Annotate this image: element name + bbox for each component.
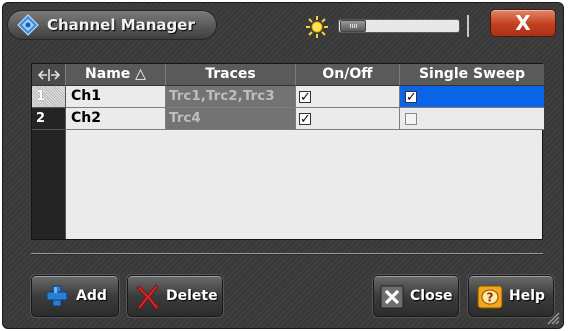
- row-number[interactable]: 1: [32, 86, 66, 108]
- onoff-cell[interactable]: ✓: [296, 108, 400, 130]
- slider-thumb[interactable]: [340, 20, 366, 32]
- plus-icon: [46, 285, 68, 307]
- window-title: Channel Manager: [47, 16, 195, 34]
- app-logo-icon: [17, 14, 39, 36]
- delete-x-icon: [136, 284, 160, 310]
- add-button[interactable]: Add: [31, 275, 119, 317]
- row-number-gutter: [32, 130, 66, 239]
- delete-label: Delete: [166, 288, 218, 304]
- transparency-slider[interactable]: [338, 19, 460, 33]
- slider-end-marker: [467, 15, 469, 37]
- close-icon: [380, 285, 404, 309]
- divider: [31, 253, 543, 255]
- single-sweep-cell[interactable]: ✓: [400, 86, 544, 108]
- close-button[interactable]: Close: [373, 275, 459, 317]
- single-sweep-checkbox[interactable]: ✓: [405, 90, 417, 105]
- window-close-button[interactable]: X: [490, 9, 556, 37]
- column-header-traces[interactable]: Traces: [166, 64, 296, 86]
- check-mark-icon: ✓: [300, 112, 311, 127]
- add-label: Add: [76, 288, 107, 304]
- channel-manager-dialog: Channel Manager X Name △ Traces On/Off S…: [2, 2, 564, 329]
- check-mark-icon: ✓: [300, 90, 311, 105]
- onoff-cell[interactable]: ✓: [296, 86, 400, 108]
- title-bar[interactable]: Channel Manager X: [3, 3, 563, 45]
- table-empty-area: [66, 130, 542, 239]
- resize-columns-icon: [37, 69, 60, 81]
- column-resize-corner[interactable]: [32, 64, 66, 86]
- channel-name-cell[interactable]: Ch1: [66, 86, 166, 108]
- column-header-onoff[interactable]: On/Off: [296, 64, 400, 86]
- onoff-checkbox[interactable]: ✓: [299, 112, 311, 127]
- help-label: Help: [509, 288, 546, 304]
- channel-table: Name △ Traces On/Off Single Sweep 1 Ch1 …: [31, 63, 544, 240]
- table-header: Name △ Traces On/Off Single Sweep: [32, 64, 544, 86]
- table-row[interactable]: 1 Ch1 Trc1,Trc2,Trc3 ✓ ✓: [32, 86, 544, 108]
- column-header-single-sweep[interactable]: Single Sweep: [400, 64, 544, 86]
- single-sweep-checkbox[interactable]: [405, 113, 417, 125]
- check-mark-icon: ✓: [406, 90, 417, 105]
- row-number[interactable]: 2: [32, 108, 66, 130]
- help-button[interactable]: ? Help: [468, 275, 554, 317]
- traces-cell: Trc4: [166, 108, 296, 130]
- onoff-checkbox[interactable]: ✓: [299, 90, 311, 105]
- close-label: Close: [410, 288, 453, 304]
- table-row[interactable]: 2 Ch2 Trc4 ✓: [32, 108, 544, 130]
- single-sweep-cell[interactable]: [400, 108, 544, 130]
- resize-grip-icon[interactable]: [546, 311, 560, 325]
- traces-cell: Trc1,Trc2,Trc3: [166, 86, 296, 108]
- svg-text:?: ?: [487, 291, 494, 305]
- channel-name-cell[interactable]: Ch2: [66, 108, 166, 130]
- column-header-name[interactable]: Name △: [66, 64, 166, 86]
- delete-button[interactable]: Delete: [127, 275, 223, 317]
- transparency-sun-icon: [306, 16, 328, 38]
- help-icon: ?: [477, 285, 503, 309]
